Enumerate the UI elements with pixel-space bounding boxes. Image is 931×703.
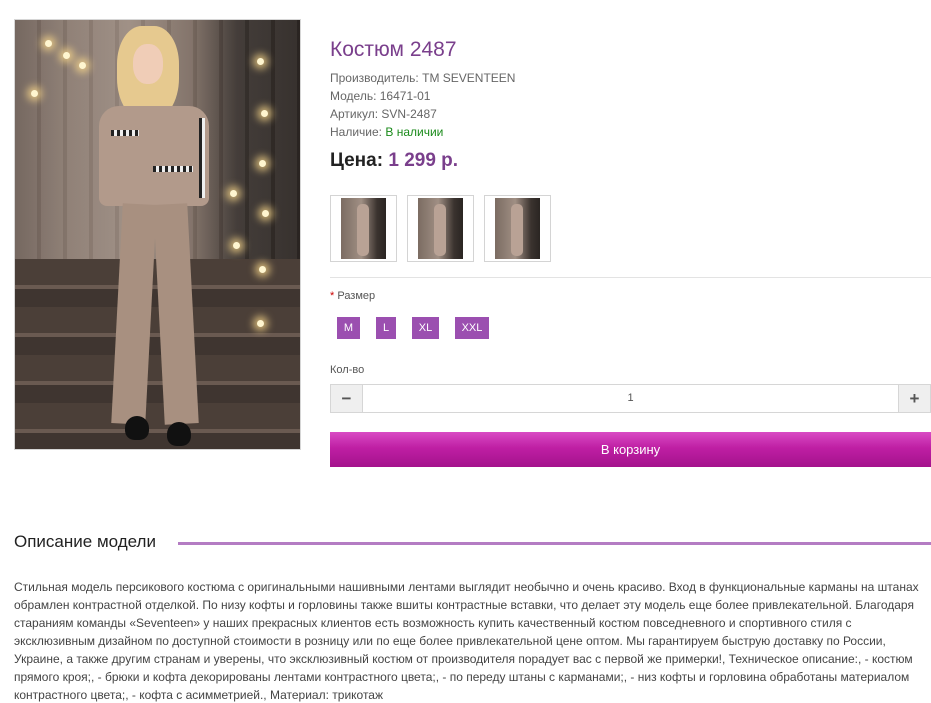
quantity-input[interactable]: 1 [362,385,899,412]
light-bulb [230,190,237,197]
model-line: Модель: 16471-01 [330,89,430,103]
manufacturer-label: Производитель: [330,71,419,85]
light-bulb [233,242,240,249]
size-option-l[interactable]: L [376,317,396,339]
product-main-image[interactable] [14,19,301,450]
price: Цена: 1 299 р. [330,150,458,172]
size-option-xl[interactable]: XL [412,317,439,339]
model-label: Модель: [330,89,377,103]
size-label-text: Размер [337,290,376,302]
manufacturer-value[interactable]: ТМ SEVENTEEN [422,71,515,85]
size-option-xxl[interactable]: XXL [455,317,489,339]
light-bulb [261,110,268,117]
model-figure [87,26,227,446]
light-bulb [257,320,264,327]
price-label: Цена: [330,150,384,171]
sku-label: Артикул: [330,107,379,121]
description-rule [178,542,931,545]
light-bulb [259,160,266,167]
light-bulb [45,40,52,47]
divider [330,277,931,278]
quantity-plus-button[interactable]: + [898,385,930,412]
size-option-m[interactable]: M [337,317,360,339]
light-bulb [259,266,266,273]
add-to-cart-button[interactable]: В корзину [330,432,931,467]
light-bulb [63,52,70,59]
required-mark: * [330,290,335,302]
description-heading: Описание модели [14,532,164,552]
thumbnail-1[interactable] [330,195,397,262]
manufacturer-line: Производитель: ТМ SEVENTEEN [330,71,515,85]
light-bulb [262,210,269,217]
light-bulb [79,62,86,69]
availability-line: Наличие: В наличии [330,125,443,139]
sku-line: Артикул: SVN-2487 [330,107,437,121]
thumbnail-2[interactable] [407,195,474,262]
availability-value: В наличии [385,125,444,139]
description-text: Стильная модель персикового костюма с ор… [14,580,919,702]
size-label: * Размер [330,290,375,302]
product-title: Костюм 2487 [330,38,457,61]
availability-label: Наличие: [330,125,383,139]
quantity-stepper: − 1 + [330,384,931,413]
light-bulb [257,58,264,65]
price-value: 1 299 р. [388,150,459,171]
light-bulb [31,90,38,97]
quantity-minus-button[interactable]: − [331,385,363,412]
quantity-label: Кол-во [330,364,365,376]
sku-value: SVN-2487 [381,107,437,121]
thumbnail-3[interactable] [484,195,551,262]
model-value: 16471-01 [379,89,431,103]
